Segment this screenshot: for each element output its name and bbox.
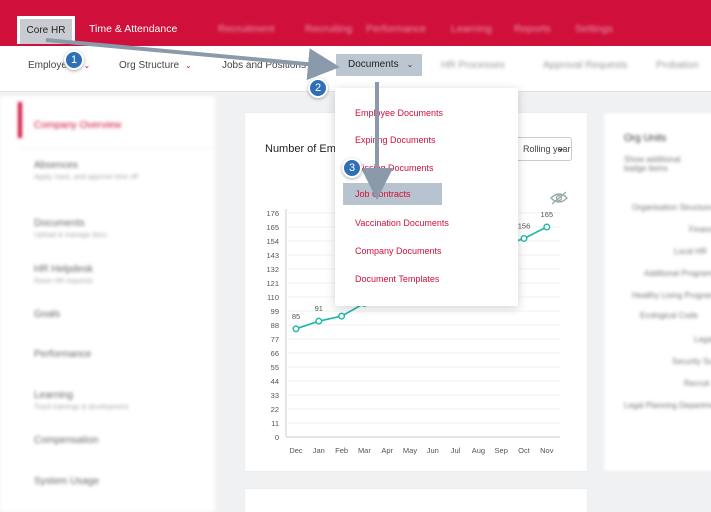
menu-item-company-documents[interactable]: Company Documents: [355, 246, 442, 256]
y-tick-label: 132: [266, 265, 279, 274]
documents-dropdown-menu: Employee Documents Expiring Documents Mi…: [335, 88, 518, 306]
data-point: [315, 317, 323, 325]
org-units-sub: Show additional badge items: [624, 155, 681, 173]
data-point: [543, 223, 551, 231]
y-tick-label: 55: [271, 363, 279, 372]
y-tick-label: 22: [271, 405, 279, 414]
y-tick-label: 165: [266, 223, 279, 232]
hide-eye-icon[interactable]: [549, 190, 569, 206]
org-unit-row: Security Support: [672, 357, 711, 366]
data-label: 165: [541, 210, 554, 219]
data-label: 85: [292, 312, 300, 321]
menu-item-document-templates[interactable]: Document Templates: [355, 274, 439, 284]
org-unit-row: Recruit: [684, 379, 710, 388]
org-unit-row: Ecological Code: [640, 311, 698, 320]
org-unit-row: Additional Programs: [644, 269, 711, 278]
step-badge-2: 2: [308, 78, 328, 98]
org-unit-row: Local HR: [674, 247, 707, 256]
data-point: [292, 325, 300, 333]
y-tick-label: 110: [267, 293, 279, 302]
y-tick-label: 66: [271, 349, 279, 358]
menu-item-employee-documents[interactable]: Employee Documents: [355, 108, 443, 118]
x-tick-label: Jul: [451, 446, 461, 455]
data-point: [338, 312, 346, 320]
org-units-title: Org Units: [624, 133, 667, 144]
menu-item-missing-documents[interactable]: Missing Documents: [355, 163, 434, 173]
y-tick-label: 11: [271, 419, 279, 428]
org-units-panel: Org Units Show additional badge items Or…: [603, 112, 711, 472]
y-tick-label: 143: [266, 251, 279, 260]
x-tick-label: Mar: [358, 446, 371, 455]
x-tick-label: Aug: [472, 446, 485, 455]
y-tick-label: 99: [271, 307, 279, 316]
menu-item-job-contracts[interactable]: Job Contracts: [343, 183, 442, 205]
data-label: 156: [518, 221, 531, 230]
y-tick-label: 77: [271, 335, 279, 344]
org-unit-row: Organisation Structure: [632, 203, 711, 212]
x-tick-label: Dec: [289, 446, 303, 455]
x-tick-label: Apr: [381, 446, 393, 455]
x-tick-label: Jan: [313, 446, 325, 455]
org-unit-row: Legal: [694, 335, 711, 344]
step-badge-1: 1: [64, 50, 84, 70]
x-tick-label: Jun: [427, 446, 439, 455]
data-label: 91: [315, 304, 323, 313]
y-tick-label: 0: [275, 433, 279, 442]
org-unit-row: Legal Planning Department: [624, 401, 711, 410]
y-tick-label: 176: [266, 209, 279, 218]
x-tick-label: Oct: [518, 446, 531, 455]
x-tick-label: Sep: [495, 446, 508, 455]
y-tick-label: 121: [266, 279, 279, 288]
x-tick-label: Nov: [540, 446, 554, 455]
data-point: [520, 234, 528, 242]
x-tick-label: Feb: [335, 446, 348, 455]
step-badge-3: 3: [342, 158, 362, 178]
y-tick-label: 33: [271, 391, 279, 400]
org-unit-row: Finance: [689, 225, 711, 234]
menu-item-expiring-documents[interactable]: Expiring Documents: [355, 135, 436, 145]
y-tick-label: 44: [271, 377, 279, 386]
y-tick-label: 88: [271, 321, 279, 330]
org-unit-row: Healthy Living Programs: [632, 291, 711, 300]
x-tick-label: May: [403, 446, 417, 455]
y-tick-label: 154: [266, 237, 279, 246]
menu-item-vaccination-documents[interactable]: Vaccination Documents: [355, 218, 449, 228]
